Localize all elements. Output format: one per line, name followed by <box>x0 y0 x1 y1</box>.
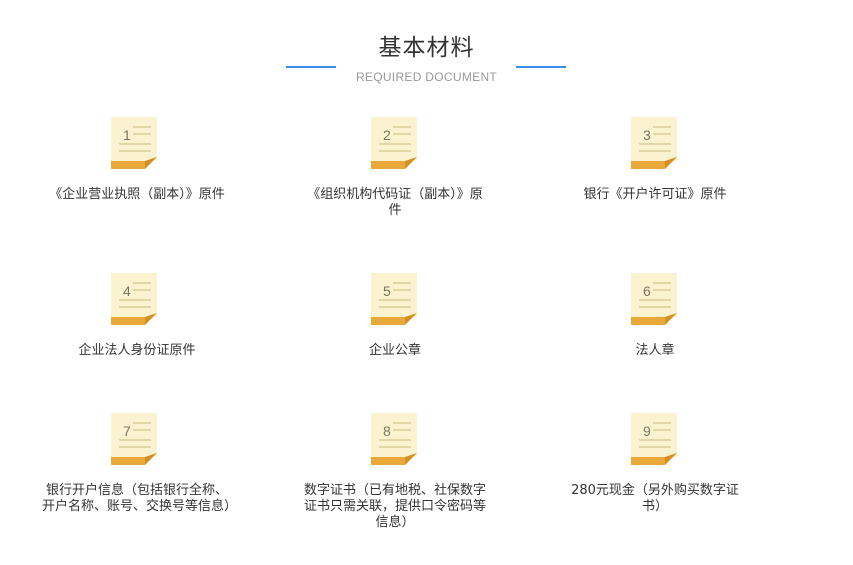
document-label: 《组织机构代码证（副本）》原件 <box>307 187 483 218</box>
document-icon: 4 <box>111 273 157 325</box>
document-number: 9 <box>643 423 651 439</box>
document-number: 6 <box>643 283 651 299</box>
title-rule-right <box>516 66 566 68</box>
document-label: 企业法人身份证原件 <box>78 343 196 358</box>
document-icon: 6 <box>631 273 677 325</box>
title-rule-left <box>286 66 336 68</box>
document-number: 1 <box>123 127 131 143</box>
document-number: 3 <box>643 127 651 143</box>
document-icon: 9 <box>631 413 677 465</box>
document-number: 2 <box>383 127 391 143</box>
document-number: 5 <box>383 283 391 299</box>
document-label: 法人章 <box>635 343 675 358</box>
document-label: 银行《开户许可证》原件 <box>583 187 727 202</box>
document-icon: 3 <box>631 117 677 169</box>
document-number: 7 <box>123 423 131 439</box>
document-icon: 5 <box>371 273 417 325</box>
document-icon: 8 <box>371 413 417 465</box>
document-label: 银行开户信息（包括银行全称、开户名称、账号、交换号等信息） <box>42 483 238 514</box>
document-icon: 7 <box>111 413 157 465</box>
document-label: 《企业营业执照（副本）》原件 <box>49 187 225 202</box>
page-subtitle: REQUIRED DOCUMENT <box>355 70 498 84</box>
document-icon: 1 <box>111 117 157 169</box>
document-icon: 2 <box>371 117 417 169</box>
document-number: 8 <box>383 423 391 439</box>
document-number: 4 <box>123 283 131 299</box>
page-title: 基本材料 <box>378 35 475 61</box>
document-label: 数字证书（已有地税、社保数字证书只需关联，提供口令密码等信息） <box>303 483 486 530</box>
document-label: 企业公章 <box>368 343 421 358</box>
section-header: 基本材料 REQUIRED DOCUMENT <box>0 0 853 100</box>
document-label: 280元现金（另外购买数字证书） <box>571 483 739 514</box>
